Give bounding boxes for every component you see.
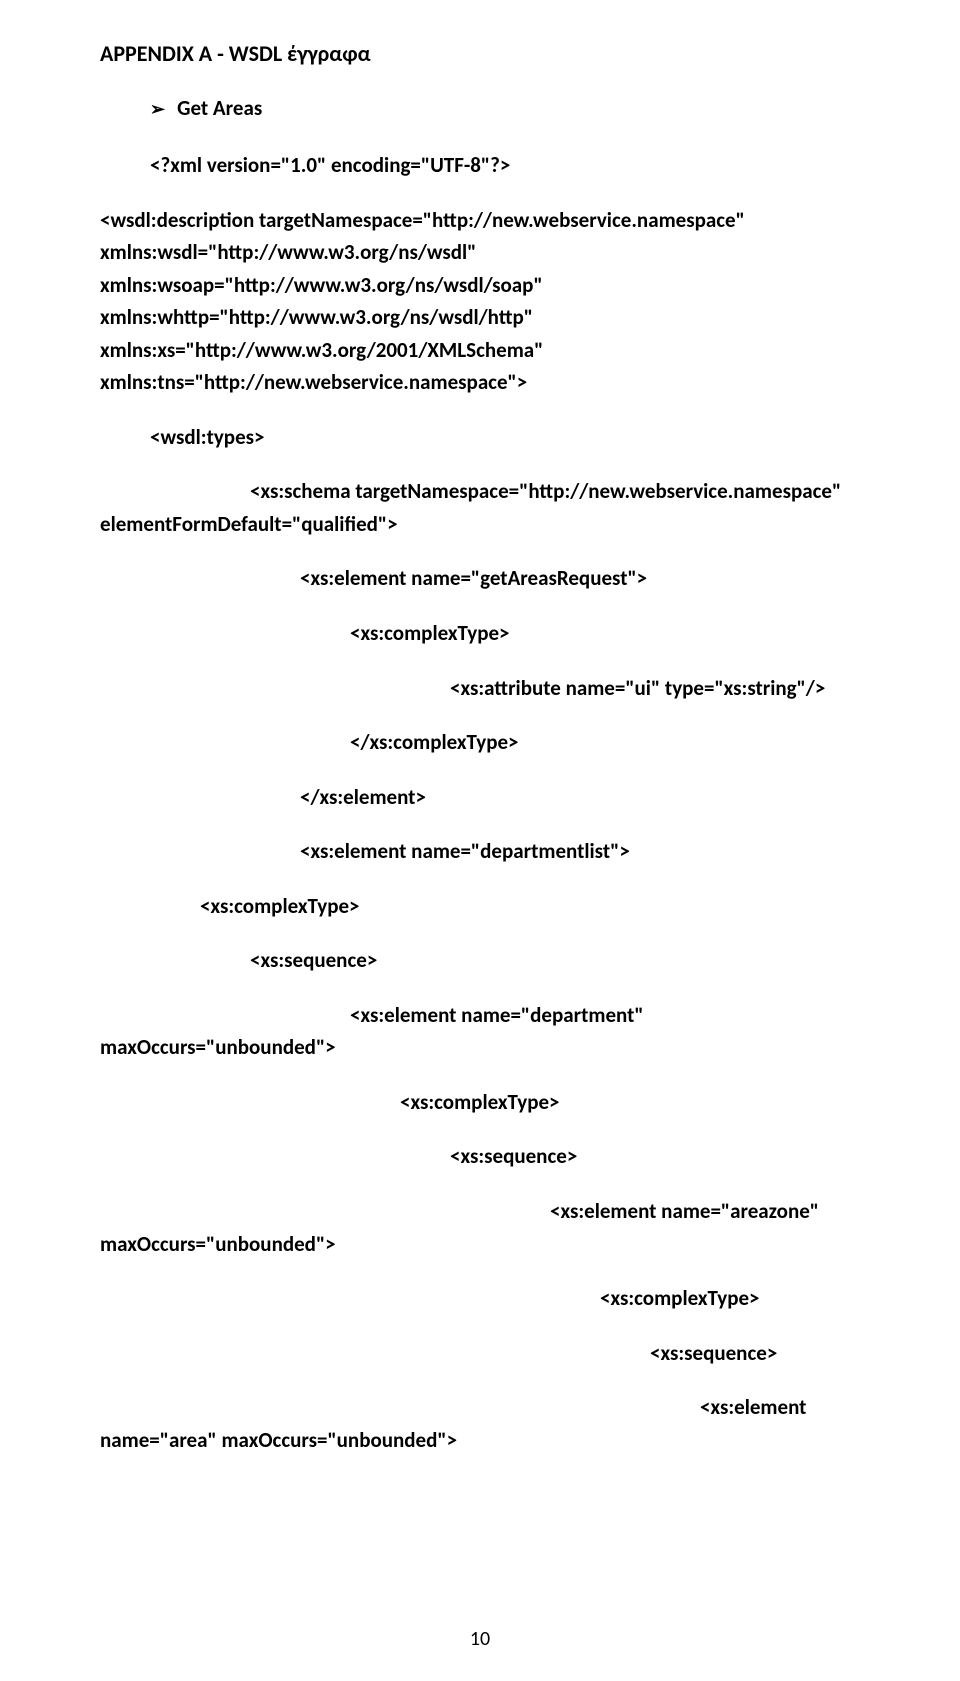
code-line: xmlns:wsdl="http://www.w3.org/ns/wsdl" [100, 236, 860, 269]
code-line: <xs:sequence> [100, 1140, 860, 1173]
appendix-title: APPENDIX A - WSDL έγγραφα [100, 40, 860, 67]
code-line: </xs:complexType> [100, 726, 860, 759]
code-line: </xs:element> [100, 781, 860, 814]
code-line: <xs:element [100, 1391, 860, 1424]
page-number: 10 [0, 1627, 960, 1651]
code-line: <wsdl:description targetNamespace="http:… [100, 204, 860, 237]
code-line: <xs:sequence> [100, 1337, 860, 1370]
code-line: <xs:element name="department" [100, 999, 860, 1032]
bullet-label: Get Areas [177, 95, 262, 121]
code-line: <xs:complexType> [100, 1282, 860, 1315]
code-line: <xs:element name="departmentlist"> [100, 835, 860, 868]
chevron-right-icon: ➢ [150, 98, 165, 120]
code-line: <xs:complexType> [100, 890, 860, 923]
code-line: <xs:element name="getAreasRequest"> [100, 562, 860, 595]
code-line: maxOccurs="unbounded"> [100, 1228, 860, 1261]
section-bullet: ➢ Get Areas [150, 95, 860, 121]
code-line: xmlns:wsoap="http://www.w3.org/ns/wsdl/s… [100, 269, 860, 302]
code-line: <xs:attribute name="ui" type="xs:string"… [100, 672, 860, 705]
code-line: <?xml version="1.0" encoding="UTF-8"?> [100, 149, 860, 182]
code-line: xmlns:whttp="http://www.w3.org/ns/wsdl/h… [100, 301, 860, 334]
code-line: <xs:schema targetNamespace="http://new.w… [100, 475, 860, 508]
code-line: <xs:element name="areazone" [100, 1195, 860, 1228]
code-line: maxOccurs="unbounded"> [100, 1031, 860, 1064]
code-line: elementFormDefault="qualified"> [100, 508, 860, 541]
code-line: <xs:complexType> [100, 617, 860, 650]
code-line: xmlns:xs="http://www.w3.org/2001/XMLSche… [100, 334, 860, 367]
code-line: xmlns:tns="http://new.webservice.namespa… [100, 366, 860, 399]
code-line: name="area" maxOccurs="unbounded"> [100, 1424, 860, 1457]
code-line: <wsdl:types> [100, 421, 860, 454]
code-line: <xs:sequence> [100, 944, 860, 977]
document-page: APPENDIX A - WSDL έγγραφα ➢ Get Areas <?x… [0, 0, 960, 1681]
code-line: <xs:complexType> [100, 1086, 860, 1119]
